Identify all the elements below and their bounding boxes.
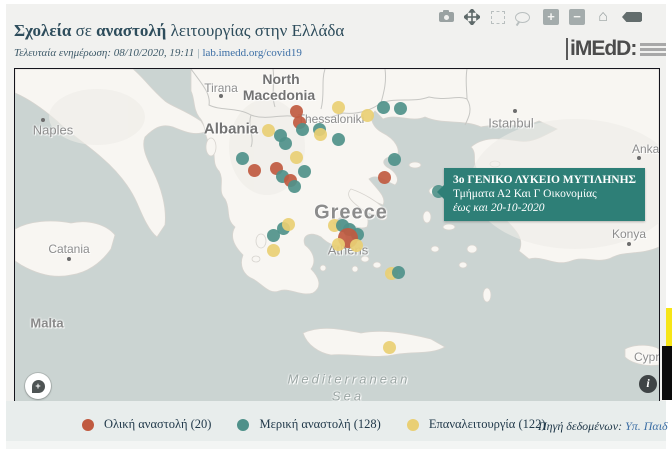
camera-icon[interactable] [436,8,456,26]
clipped-widget-yellow [666,308,672,346]
info-button[interactable]: i [639,375,657,393]
lasso-glyph [515,12,530,23]
school-marker-partial[interactable] [296,123,309,136]
title-bold-1: Σχολεία [14,21,76,40]
plus-icon: + [543,9,559,25]
city-dot [637,156,641,160]
basemap [15,69,659,402]
school-marker-reopen[interactable] [290,151,303,164]
logo-wordmark: iMEdD [570,37,630,61]
school-marker-full[interactable] [378,171,391,184]
school-marker-partial[interactable] [267,229,280,242]
title-normal-2: λειτουργίας στην Ελλάδα [171,21,345,40]
tooltip-detail: Τμήματα Α2 Και Γ Οικονομίας [453,187,636,201]
school-marker-partial[interactable] [279,137,292,150]
legend: Ολική αναστολή (20) Μερική αναστολή (128… [82,417,572,432]
zoom-out-button[interactable]: − [567,8,587,26]
home-button[interactable]: ⌂ [593,8,613,26]
title-bold-2: αναστολή [96,21,170,40]
data-source: Πηγή δεδομένων: Υπ. Παιδ [538,419,668,434]
legend-label-partial: Μερική αναστολή (128) [259,417,380,432]
locate-button[interactable]: + [25,373,51,399]
pan-icon[interactable] [462,8,482,26]
school-marker-reopen[interactable] [383,341,396,354]
school-marker-partial[interactable] [394,102,407,115]
school-marker-reopen[interactable] [282,218,295,231]
last-updated: Τελευταία ενημέρωση: 08/10/2020, 19:11|l… [14,47,302,59]
imedd-logo[interactable]: iMEdD : [566,37,666,61]
logo-tagline-lines [640,43,666,56]
school-marker-reopen[interactable] [361,109,374,122]
city-dot [67,257,71,261]
city-dot [219,94,223,98]
pan-arrows-glyph [464,9,480,25]
tooltip-school-name: 3ο ΓΕΝΙΚΟ ΛΥΚΕΙΟ ΜΥΤΙΛΗΝΗΣ [453,173,636,187]
minus-icon: − [569,9,585,25]
data-source-link[interactable]: Υπ. Παιδ [625,419,668,433]
brand-tag-button[interactable] [622,8,642,26]
school-marker-partial[interactable] [392,266,405,279]
school-marker-reopen[interactable] [350,239,363,252]
legend-dot-full [82,419,94,431]
separator: | [197,47,199,59]
legend-item-full[interactable]: Ολική αναστολή (20) [82,417,211,432]
legend-dot-reopen [407,419,419,431]
zoom-in-button[interactable]: + [541,8,561,26]
school-marker-reopen[interactable] [332,101,345,114]
school-marker-partial[interactable] [388,153,401,166]
box-select-glyph [491,11,505,24]
last-updated-text: Τελευταία ενημέρωση: 08/10/2020, 19:11 [14,47,194,59]
footer-strip-2 [6,441,666,449]
city-dot [627,242,631,246]
home-icon: ⌂ [598,9,608,25]
school-marker-reopen[interactable] [262,124,275,137]
school-marker-reopen[interactable] [267,244,280,257]
tooltip-until-date: έως και 20-10-2020 [453,201,636,215]
legend-label-reopen: Επαναλειτουργία (122) [429,417,546,432]
logo-bar [566,38,568,60]
school-marker-reopen[interactable] [332,238,345,251]
map-tooltip: 3ο ΓΕΝΙΚΟ ΛΥΚΕΙΟ ΜΥΤΙΛΗΝΗΣ Τμήματα Α2 Κα… [444,168,645,221]
map-canvas[interactable]: NaplesTiranaNorthMacedoniaAlbaniaThessal… [14,68,660,403]
school-marker-partial[interactable] [377,101,390,114]
lasso-select-icon[interactable] [512,8,532,26]
legend-item-partial[interactable]: Μερική αναστολή (128) [237,417,380,432]
city-dot [513,109,517,113]
city-dot [41,118,45,122]
legend-item-reopen[interactable]: Επαναλειτουργία (122) [407,417,546,432]
school-marker-partial[interactable] [332,133,345,146]
school-marker-partial[interactable] [298,165,311,178]
covid19-link[interactable]: lab.imedd.org/covid19 [202,47,301,59]
data-source-label: Πηγή δεδομένων: [538,419,622,433]
logo-colon: : [630,37,636,61]
app-frame: + − ⌂ Σχολεία σε αναστολή λειτουργίας στ… [6,4,666,449]
legend-dot-partial [237,419,249,431]
page-title: Σχολεία σε αναστολή λειτουργίας στην Ελλ… [14,21,344,41]
box-select-icon[interactable] [488,8,508,26]
brand-tag-icon [622,12,642,22]
title-normal-1: σε [76,21,97,40]
camera-glyph [439,12,454,22]
locate-pin-icon: + [32,380,45,393]
school-marker-partial[interactable] [236,152,249,165]
legend-label-full: Ολική αναστολή (20) [104,417,211,432]
school-marker-partial[interactable] [288,180,301,193]
school-marker-reopen[interactable] [314,128,327,141]
clipped-widget-dark [662,346,672,400]
school-marker-full[interactable] [248,164,261,177]
